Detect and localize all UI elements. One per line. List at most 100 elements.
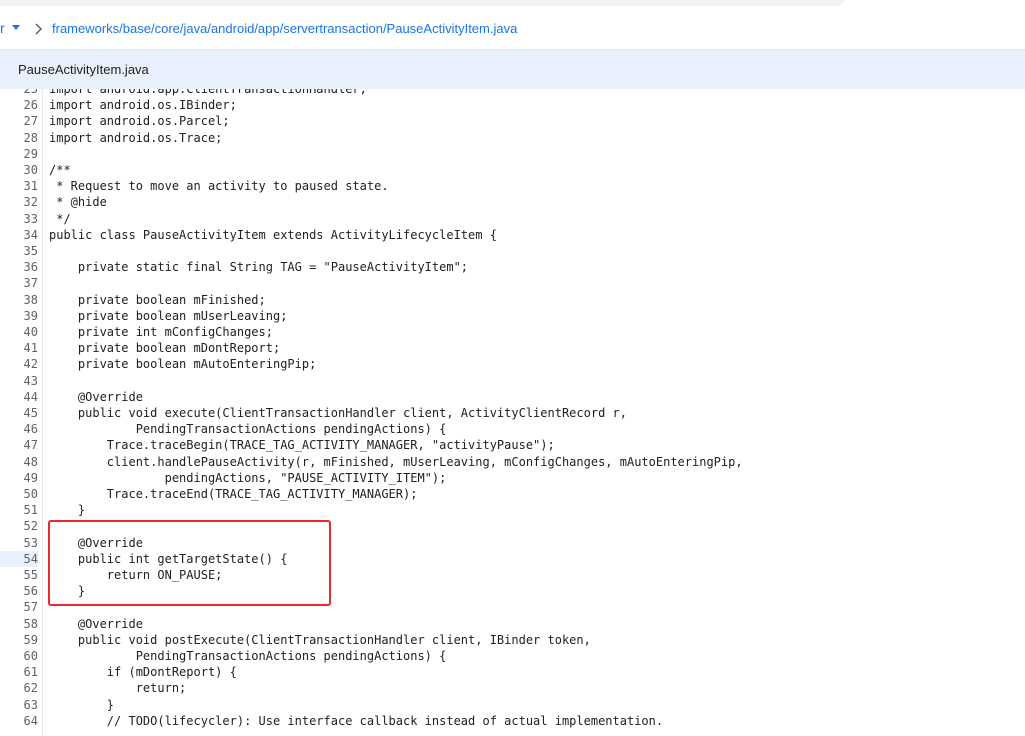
- code-line: 50 Trace.traceEnd(TRACE_TAG_ACTIVITY_MAN…: [0, 486, 1025, 502]
- line-number[interactable]: 45: [0, 405, 38, 421]
- code-line: 36 private static final String TAG = "Pa…: [0, 259, 1025, 275]
- chevron-down-icon[interactable]: [12, 25, 20, 30]
- line-number[interactable]: 56: [0, 583, 38, 599]
- code-line: 26 import android.os.IBinder;: [0, 97, 1025, 113]
- line-number[interactable]: 41: [0, 340, 38, 356]
- code-line: 29: [0, 146, 1025, 162]
- code-text: * Request to move an activity to paused …: [49, 179, 389, 194]
- code-viewer: 25 import android.app.ClientTransactionHa…: [0, 89, 1025, 736]
- line-number[interactable]: 26: [0, 97, 38, 113]
- line-number[interactable]: 42: [0, 356, 38, 372]
- line-number[interactable]: 54: [0, 550, 38, 567]
- file-tab-bar: PauseActivityItem.java: [0, 50, 1025, 89]
- line-number[interactable]: 35: [0, 243, 38, 259]
- line-number[interactable]: 52: [0, 518, 38, 534]
- code-line: 30 /**: [0, 162, 1025, 178]
- line-number[interactable]: 31: [0, 178, 38, 194]
- code-line: 47 Trace.traceBegin(TRACE_TAG_ACTIVITY_M…: [0, 437, 1025, 453]
- line-number[interactable]: 60: [0, 648, 38, 664]
- line-number[interactable]: 63: [0, 697, 38, 713]
- code-line: 35: [0, 243, 1025, 259]
- code-text: client.handlePauseActivity(r, mFinished,…: [49, 454, 743, 469]
- line-number[interactable]: 46: [0, 421, 38, 437]
- branch-selector-label[interactable]: r: [0, 20, 5, 36]
- code-line: 58 @Override: [0, 616, 1025, 632]
- line-number[interactable]: 48: [0, 454, 38, 470]
- code-text: private int mConfigChanges;: [49, 325, 273, 339]
- line-number[interactable]: 28: [0, 130, 38, 146]
- line-number[interactable]: 32: [0, 194, 38, 210]
- line-number[interactable]: 29: [0, 146, 38, 162]
- code-text: Trace.traceEnd(TRACE_TAG_ACTIVITY_MANAGE…: [49, 487, 418, 501]
- line-number[interactable]: 37: [0, 275, 38, 291]
- line-number[interactable]: 27: [0, 113, 38, 129]
- code-text: return;: [49, 681, 187, 696]
- code-text: if (mDontReport) {: [49, 665, 237, 680]
- code-text: import android.os.IBinder;: [49, 98, 237, 113]
- line-number[interactable]: 33: [0, 211, 38, 227]
- code-text: */: [49, 211, 71, 226]
- code-line: 38 private boolean mFinished;: [0, 292, 1025, 308]
- code-line: 61 if (mDontReport) {: [0, 664, 1025, 680]
- code-text: * @hide: [49, 195, 107, 210]
- line-number[interactable]: 59: [0, 632, 38, 648]
- code-text: private boolean mFinished;: [49, 292, 266, 307]
- line-number[interactable]: 55: [0, 567, 38, 583]
- line-number[interactable]: 38: [0, 292, 38, 308]
- code-text: import android.os.Trace;: [49, 130, 223, 145]
- code-line: 34 public class PauseActivityItem extends…: [0, 227, 1025, 243]
- code-line: 43: [0, 373, 1025, 389]
- line-number[interactable]: 64: [0, 713, 38, 729]
- breadcrumb-path-link[interactable]: frameworks/base/core/java/android/app/se…: [52, 21, 517, 36]
- code-line: 62 return;: [0, 680, 1025, 696]
- breadcrumb-bar: r frameworks/base/core/java/android/app/…: [0, 8, 1025, 50]
- highlight-annotation-box: [48, 520, 331, 606]
- search-bar-edge[interactable]: [0, 0, 846, 6]
- line-number[interactable]: 44: [0, 389, 38, 405]
- code-text: public void postExecute(ClientTransactio…: [49, 632, 591, 647]
- code-line: 32 * @hide: [0, 194, 1025, 210]
- code-text: @Override: [49, 616, 143, 631]
- code-line: 25 import android.app.ClientTransactionHa…: [0, 89, 1025, 97]
- line-number[interactable]: 62: [0, 680, 38, 696]
- line-number[interactable]: 57: [0, 599, 38, 615]
- line-number[interactable]: 49: [0, 470, 38, 486]
- line-number[interactable]: 40: [0, 324, 38, 340]
- code-line: 44 @Override: [0, 389, 1025, 405]
- line-number[interactable]: 50: [0, 486, 38, 502]
- line-number[interactable]: 61: [0, 664, 38, 680]
- code-line: 40 private int mConfigChanges;: [0, 324, 1025, 340]
- code-line: 63 }: [0, 697, 1025, 713]
- code-text: private boolean mDontReport;: [49, 341, 281, 356]
- code-line: 33 */: [0, 211, 1025, 227]
- code-line: 45 public void execute(ClientTransaction…: [0, 405, 1025, 421]
- line-number[interactable]: 53: [0, 535, 38, 551]
- code-line: 51 }: [0, 502, 1025, 518]
- line-number[interactable]: 39: [0, 308, 38, 324]
- code-text: /**: [49, 163, 71, 177]
- code-line: 60 PendingTransactionActions pendingActi…: [0, 648, 1025, 664]
- code-line: 28 import android.os.Trace;: [0, 130, 1025, 146]
- line-number[interactable]: 43: [0, 373, 38, 389]
- code-line: 46 PendingTransactionActions pendingActi…: [0, 421, 1025, 437]
- line-number[interactable]: 51: [0, 502, 38, 518]
- line-number[interactable]: 30: [0, 162, 38, 178]
- code-text: PendingTransactionActions pendingActions…: [49, 649, 447, 663]
- line-number[interactable]: 25: [0, 89, 38, 97]
- code-line: 64 // TODO(lifecycler): Use interface ca…: [0, 713, 1025, 729]
- file-tab-label[interactable]: PauseActivityItem.java: [18, 62, 149, 77]
- code-line: 31 * Request to move an activity to paus…: [0, 178, 1025, 194]
- code-text: private boolean mAutoEnteringPip;: [49, 357, 317, 372]
- line-number[interactable]: 58: [0, 616, 38, 632]
- code-text: public class PauseActivityItem extends A…: [49, 227, 497, 242]
- code-line: 27 import android.os.Parcel;: [0, 113, 1025, 129]
- line-number[interactable]: 47: [0, 437, 38, 453]
- line-number[interactable]: 34: [0, 227, 38, 243]
- code-text: PendingTransactionActions pendingActions…: [49, 422, 447, 437]
- code-text: import android.os.Parcel;: [49, 114, 230, 129]
- line-number[interactable]: 36: [0, 259, 38, 275]
- code-line: 48 client.handlePauseActivity(r, mFinish…: [0, 454, 1025, 470]
- chevron-right-icon: [35, 23, 43, 35]
- code-text: private static final String TAG = "Pause…: [49, 260, 469, 275]
- code-text: import android.app.ClientTransactionHand…: [49, 89, 367, 96]
